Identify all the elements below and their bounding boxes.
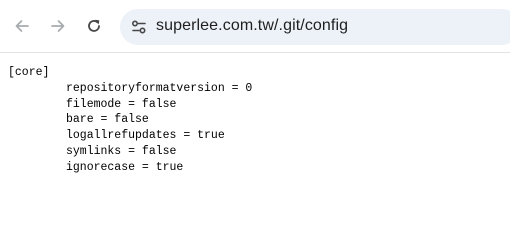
url-text[interactable]: superlee.com.tw/.git/config <box>156 17 348 35</box>
config-entry: ignorecase = true <box>66 160 184 174</box>
forward-button[interactable] <box>45 13 71 39</box>
site-info-button[interactable] <box>126 14 152 40</box>
back-arrow-icon <box>15 20 29 32</box>
tune-icon <box>131 20 146 34</box>
browser-toolbar: superlee.com.tw/.git/config <box>0 0 510 53</box>
config-entry: filemode = false <box>66 97 177 111</box>
config-section-header: [core] <box>8 66 50 79</box>
forward-arrow-icon <box>51 20 65 32</box>
config-entry: bare = false <box>66 113 149 127</box>
back-button[interactable] <box>9 13 35 39</box>
config-entry: logallrefupdates = true <box>66 129 225 143</box>
address-bar[interactable]: superlee.com.tw/.git/config <box>120 9 510 45</box>
reload-button[interactable] <box>81 13 107 39</box>
config-entry: symlinks = false <box>66 144 177 158</box>
config-entry: repositoryformatversion = 0 <box>66 81 253 95</box>
reload-icon <box>88 19 100 32</box>
page-content: [core] repositoryformatversion = 0 filem… <box>8 65 252 176</box>
